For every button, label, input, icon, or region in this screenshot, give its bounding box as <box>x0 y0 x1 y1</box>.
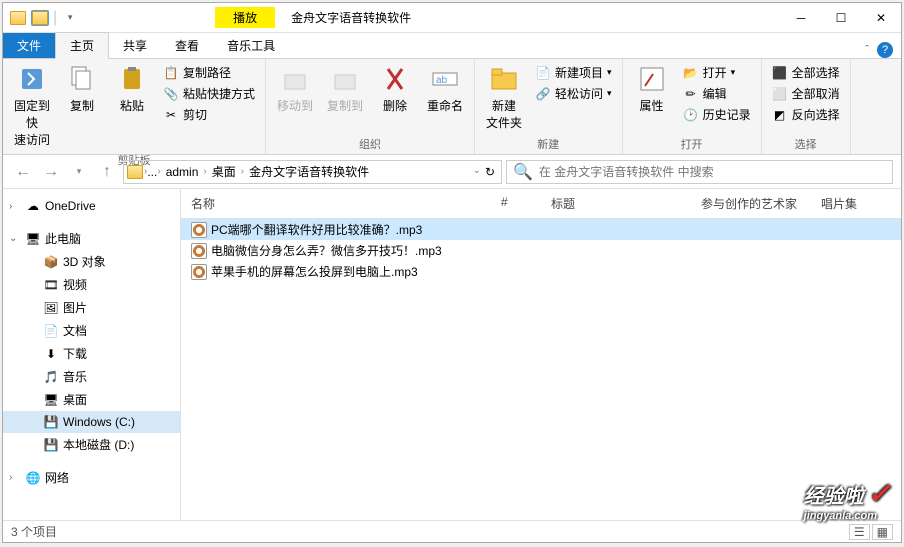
select-none-button[interactable]: ⬜全部取消 <box>770 84 842 103</box>
tab-home[interactable]: 主页 <box>55 32 109 59</box>
rename-button[interactable]: ab 重命名 <box>422 61 468 116</box>
file-name: 苹果手机的屏幕怎么投屏到电脑上.mp3 <box>211 263 418 280</box>
play-context-tab[interactable]: 播放 <box>215 7 275 28</box>
search-icon: 🔍 <box>513 162 533 182</box>
select-all-button[interactable]: ⬛全部选择 <box>770 63 842 82</box>
paste-label: 粘贴 <box>120 97 144 114</box>
search-input[interactable] <box>539 165 886 179</box>
address-bar[interactable]: › ... › admin › 桌面 › 金舟文字语音转换软件 ⌄ ↻ <box>123 160 502 184</box>
properties-button[interactable]: 属性 <box>629 61 675 116</box>
qat-divider: | <box>53 9 57 27</box>
history-button[interactable]: 🕑历史记录 <box>681 105 753 124</box>
new-folder-button[interactable]: 新建 文件夹 <box>481 61 527 133</box>
copy-button[interactable]: 复制 <box>59 61 105 116</box>
column-album[interactable]: 唱片集 <box>811 189 871 218</box>
audio-file-icon <box>191 222 207 238</box>
open-button[interactable]: 📂打开▾ <box>681 63 753 82</box>
column-number[interactable]: # <box>491 189 541 218</box>
tree-videos[interactable]: 🎞视频 <box>3 273 180 296</box>
file-name: 电脑微信分身怎么弄？微信多开技巧！.mp3 <box>211 242 442 259</box>
organize-group-label: 组织 <box>359 134 381 154</box>
qat-dropdown-icon[interactable]: ▾ <box>61 9 79 27</box>
tree-onedrive[interactable]: ›☁OneDrive <box>3 195 180 217</box>
file-row[interactable]: 苹果手机的屏幕怎么投屏到电脑上.mp3 <box>181 261 901 282</box>
select-group-label: 选择 <box>795 134 817 154</box>
audio-file-icon <box>191 264 207 280</box>
column-name[interactable]: 名称 <box>181 189 491 218</box>
refresh-icon[interactable]: ↻ <box>485 165 495 179</box>
tree-documents[interactable]: 📄文档 <box>3 319 180 342</box>
nav-up-button[interactable]: ↑ <box>95 160 119 184</box>
audio-file-icon <box>191 243 207 259</box>
tree-c-drive[interactable]: 💾Windows (C:) <box>3 411 180 433</box>
maximize-button[interactable]: ☐ <box>821 4 861 32</box>
breadcrumb-desktop[interactable]: 桌面 <box>207 163 241 180</box>
tree-3d-objects[interactable]: 📦3D 对象 <box>3 250 180 273</box>
breadcrumb-admin[interactable]: admin <box>161 165 204 179</box>
pin-to-quick-access-button[interactable]: 固定到快 速访问 <box>9 61 55 150</box>
address-dropdown-icon[interactable]: ⌄ <box>473 165 481 179</box>
copy-to-button[interactable]: 复制到 <box>322 61 368 116</box>
tab-file[interactable]: 文件 <box>3 33 55 58</box>
file-row[interactable]: PC端哪个翻译软件好用比较准确？.mp3 <box>181 219 901 240</box>
new-item-button[interactable]: 📄新建项目▾ <box>533 63 614 82</box>
breadcrumb-folder[interactable]: 金舟文字语音转换软件 <box>244 163 374 180</box>
nav-back-button[interactable]: ← <box>11 160 35 184</box>
tree-network[interactable]: ›🌐网络 <box>3 466 180 489</box>
view-large-icon[interactable]: ▦ <box>872 524 893 540</box>
close-button[interactable]: ✕ <box>861 4 901 32</box>
column-title[interactable]: 标题 <box>541 189 691 218</box>
copy-label: 复制 <box>70 97 94 114</box>
move-to-button[interactable]: 移动到 <box>272 61 318 116</box>
svg-text:ab: ab <box>436 75 448 86</box>
status-item-count: 3 个项目 <box>11 523 57 540</box>
new-group-label: 新建 <box>537 134 559 154</box>
column-artists[interactable]: 参与创作的艺术家 <box>691 189 811 218</box>
paste-button[interactable]: 粘贴 <box>109 61 155 116</box>
tree-thispc[interactable]: ⌄🖥此电脑 <box>3 227 180 250</box>
window-title: 金舟文字语音转换软件 <box>291 9 781 26</box>
file-list[interactable]: PC端哪个翻译软件好用比较准确？.mp3 电脑微信分身怎么弄？微信多开技巧！.m… <box>181 219 901 520</box>
pin-label: 固定到快 速访问 <box>11 97 53 148</box>
tab-share[interactable]: 共享 <box>109 33 161 58</box>
view-details-icon[interactable]: ☰ <box>849 524 870 540</box>
minimize-button[interactable]: ─ <box>781 4 821 32</box>
paste-shortcut-button[interactable]: 📎粘贴快捷方式 <box>161 84 257 103</box>
nav-forward-button[interactable]: → <box>39 160 63 184</box>
tree-music[interactable]: 🎵音乐 <box>3 365 180 388</box>
edit-button[interactable]: ✏编辑 <box>681 84 753 103</box>
search-box[interactable]: 🔍 <box>506 160 893 184</box>
nav-recent-button[interactable]: ▾ <box>67 160 91 184</box>
folder-icon-selected <box>31 9 49 27</box>
tab-view[interactable]: 查看 <box>161 33 213 58</box>
folder-icon <box>9 9 27 27</box>
file-row[interactable]: 电脑微信分身怎么弄？微信多开技巧！.mp3 <box>181 240 901 261</box>
tree-d-drive[interactable]: 💾本地磁盘 (D:) <box>3 433 180 456</box>
delete-button[interactable]: 删除 <box>372 61 418 116</box>
help-icon[interactable]: ? <box>877 42 893 58</box>
tree-desktop[interactable]: 🖥桌面 <box>3 388 180 411</box>
file-name: PC端哪个翻译软件好用比较准确？.mp3 <box>211 221 422 238</box>
easy-access-button[interactable]: 🔗轻松访问▾ <box>533 84 614 103</box>
tree-pictures[interactable]: 🖼图片 <box>3 296 180 319</box>
column-headers: 名称 # 标题 参与创作的艺术家 唱片集 <box>181 189 901 219</box>
breadcrumb-segment[interactable]: ... <box>147 165 157 179</box>
navigation-tree[interactable]: ›☁OneDrive ⌄🖥此电脑 📦3D 对象 🎞视频 🖼图片 📄文档 ⬇下载 … <box>3 189 181 520</box>
folder-icon <box>127 165 143 179</box>
cut-button[interactable]: ✂剪切 <box>161 105 257 124</box>
tab-music-tools[interactable]: 音乐工具 <box>213 33 289 58</box>
open-group-label: 打开 <box>681 134 703 154</box>
copy-path-button[interactable]: 📋复制路径 <box>161 63 257 82</box>
ribbon-collapse-icon[interactable]: ˆ <box>865 44 869 56</box>
invert-selection-button[interactable]: ◩反向选择 <box>770 105 842 124</box>
tree-downloads[interactable]: ⬇下载 <box>3 342 180 365</box>
